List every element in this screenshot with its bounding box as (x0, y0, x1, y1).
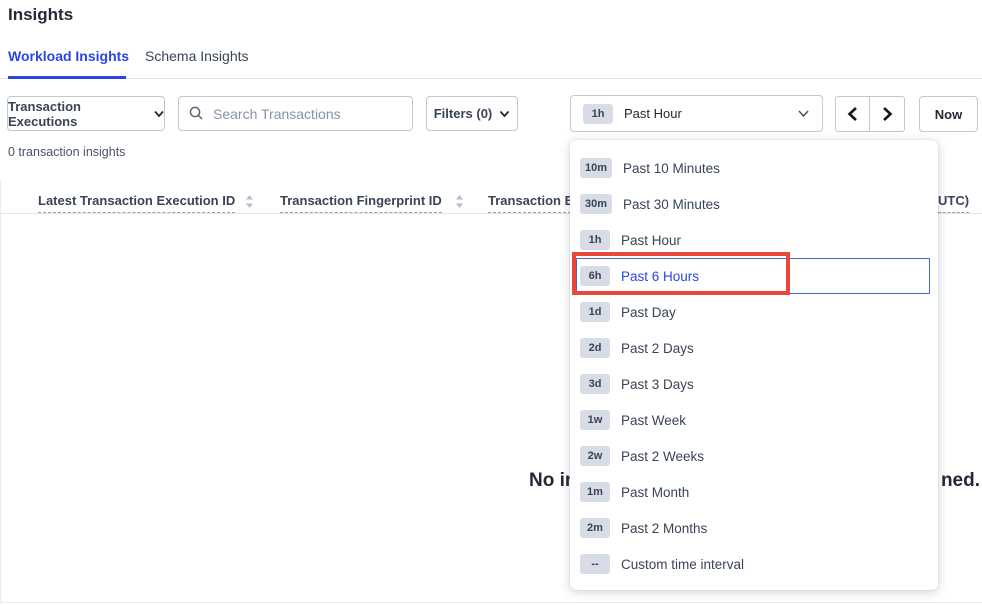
time-option-label: Past 3 Days (621, 377, 694, 392)
time-option-badge: 10m (580, 158, 612, 178)
time-option[interactable]: 1m Past Month (576, 474, 930, 510)
tab-bar: Workload Insights Schema Insights (0, 46, 982, 79)
time-option-badge: 30m (580, 194, 612, 214)
next-interval-button[interactable] (870, 97, 904, 131)
chevron-right-icon (882, 106, 893, 122)
column-header-transaction-fingerprint-id[interactable]: Transaction Fingerprint ID (280, 193, 442, 213)
tab-schema-insights[interactable]: Schema Insights (145, 48, 249, 64)
time-option[interactable]: 30m Past 30 Minutes (576, 186, 930, 222)
now-label: Now (935, 107, 962, 122)
transaction-type-dropdown[interactable]: Transaction Executions (7, 96, 165, 131)
sort-icon[interactable] (245, 194, 254, 209)
insights-count-text: 0 transaction insights (8, 145, 125, 159)
insights-page: Insights Workload Insights Schema Insigh… (0, 0, 982, 605)
chevron-down-icon (499, 110, 510, 118)
time-option-label: Past 2 Weeks (621, 449, 704, 464)
tab-workload-insights[interactable]: Workload Insights (8, 48, 129, 64)
time-interval-selector[interactable]: 1h Past Hour (570, 95, 823, 132)
time-interval-badge: 1h (583, 104, 613, 124)
search-box (178, 96, 413, 131)
transaction-type-label: Transaction Executions (8, 99, 146, 129)
chevron-down-icon (797, 109, 810, 118)
time-option-badge: 3d (580, 374, 610, 394)
time-option[interactable]: 1h Past Hour (576, 222, 930, 258)
time-option[interactable]: 10m Past 10 Minutes (576, 150, 930, 186)
chevron-down-icon (153, 110, 164, 118)
time-option-label: Past 2 Days (621, 341, 694, 356)
time-option-label: Past 30 Minutes (623, 197, 720, 212)
time-option-badge: 2w (580, 446, 610, 466)
previous-interval-button[interactable] (836, 97, 870, 131)
time-option-badge: -- (580, 554, 610, 574)
column-header-utc-truncated[interactable]: UTC) (938, 193, 969, 213)
time-option-label: Past 10 Minutes (623, 161, 720, 176)
time-option[interactable]: 1d Past Day (576, 294, 930, 330)
time-option[interactable]: -- Custom time interval (576, 546, 930, 582)
time-option-badge: 2d (580, 338, 610, 358)
column-header-latest-transaction-execution-id[interactable]: Latest Transaction Execution ID (38, 193, 235, 213)
now-button[interactable]: Now (919, 96, 978, 132)
active-tab-underline (8, 76, 126, 79)
time-option[interactable]: 3d Past 3 Days (576, 366, 930, 402)
time-option-label: Past 2 Months (621, 521, 707, 536)
time-option-badge: 1d (580, 302, 610, 322)
chevron-left-icon (847, 106, 858, 122)
time-option[interactable]: 2m Past 2 Months (576, 510, 930, 546)
time-option[interactable]: 2d Past 2 Days (576, 330, 930, 366)
filters-button[interactable]: Filters (0) (426, 96, 518, 131)
time-range-arrows (835, 96, 905, 132)
time-option-label: Past Week (621, 413, 686, 428)
sort-icon[interactable] (455, 194, 464, 209)
time-option-badge: 6h (580, 266, 610, 286)
time-option[interactable]: 2w Past 2 Weeks (576, 438, 930, 474)
time-option-badge: 2m (580, 518, 610, 538)
time-option-label: Past Hour (621, 233, 681, 248)
time-option-label: Past Month (621, 485, 689, 500)
filters-label: Filters (0) (434, 106, 493, 121)
time-option-badge: 1h (580, 230, 610, 250)
time-option-badge: 1m (580, 482, 610, 502)
time-dropdown-menu: 10m Past 10 Minutes 30m Past 30 Minutes … (570, 140, 938, 590)
empty-state-text-right: ned. (941, 470, 980, 492)
time-option-label: Past 6 Hours (621, 269, 699, 284)
time-option-label: Past Day (621, 305, 676, 320)
time-option-badge: 1w (580, 410, 610, 430)
time-option-label: Custom time interval (621, 557, 744, 572)
column-header-transaction-execution-truncated[interactable]: Transaction Ex (488, 193, 576, 213)
time-option[interactable]: 1w Past Week (576, 402, 930, 438)
search-input[interactable] (178, 96, 413, 131)
page-title: Insights (8, 5, 73, 25)
time-option[interactable]: 6h Past 6 Hours (576, 258, 930, 294)
search-icon (188, 105, 204, 121)
time-interval-label: Past Hour (624, 106, 786, 121)
